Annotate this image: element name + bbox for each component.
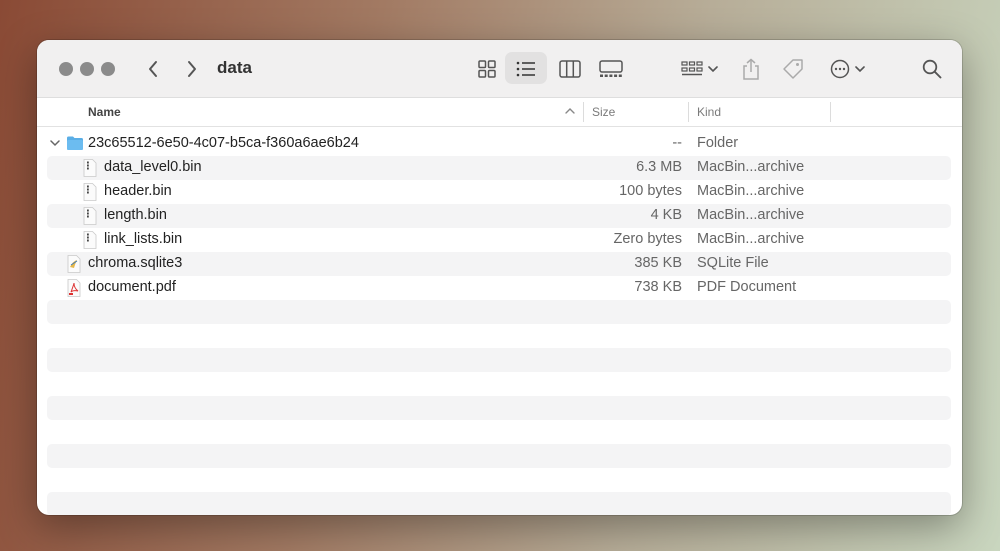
share-icon bbox=[743, 58, 759, 80]
file-size: -- bbox=[672, 135, 682, 151]
chevron-left-icon bbox=[149, 61, 157, 77]
back-button[interactable] bbox=[143, 54, 163, 84]
empty-row bbox=[47, 492, 951, 515]
empty-row bbox=[47, 468, 951, 492]
file-size: Zero bytes bbox=[613, 231, 683, 247]
chevron-down-icon bbox=[854, 66, 865, 73]
column-separator[interactable] bbox=[583, 102, 584, 122]
binary-file-icon bbox=[83, 231, 97, 249]
empty-row bbox=[47, 420, 951, 444]
binary-file-icon bbox=[83, 159, 97, 177]
chevron-down-icon bbox=[707, 66, 718, 73]
gallery-icon bbox=[599, 60, 623, 77]
file-name: document.pdf bbox=[88, 279, 176, 295]
file-name: header.bin bbox=[104, 183, 172, 199]
empty-row bbox=[47, 444, 951, 468]
file-kind: MacBin...archive bbox=[697, 207, 805, 223]
list-item-file[interactable]: link_lists.bin Zero bytes MacBin...archi… bbox=[47, 228, 951, 252]
file-name: link_lists.bin bbox=[104, 231, 183, 247]
list-item-file[interactable]: chroma.sqlite3 385 KB SQLite File bbox=[47, 252, 951, 276]
empty-row bbox=[47, 396, 951, 420]
window-title: data bbox=[217, 58, 252, 77]
column-separator[interactable] bbox=[830, 102, 831, 122]
file-kind: MacBin...archive bbox=[697, 183, 805, 199]
group-icon bbox=[680, 61, 703, 76]
file-size: 738 KB bbox=[634, 279, 682, 295]
file-name: 23c65512-6e50-4c07-b5ca-f360a6ae6b24 bbox=[88, 135, 359, 151]
sort-ascending-icon[interactable] bbox=[565, 107, 575, 114]
file-kind: PDF Document bbox=[697, 279, 797, 295]
group-by-button[interactable] bbox=[678, 54, 720, 84]
folder-icon bbox=[67, 136, 83, 150]
file-kind: MacBin...archive bbox=[697, 231, 805, 247]
search-button[interactable] bbox=[920, 54, 944, 84]
more-actions-button[interactable] bbox=[827, 54, 867, 84]
list-icon bbox=[516, 61, 535, 77]
file-kind: SQLite File bbox=[697, 255, 769, 271]
empty-row bbox=[47, 300, 951, 324]
column-header: Name Size Kind bbox=[37, 98, 962, 127]
file-name: length.bin bbox=[104, 207, 167, 223]
forward-button[interactable] bbox=[182, 54, 202, 84]
column-view-button[interactable] bbox=[557, 54, 583, 84]
gallery-view-button[interactable] bbox=[597, 54, 625, 84]
empty-row bbox=[47, 324, 951, 348]
grid-icon bbox=[478, 60, 496, 78]
empty-row bbox=[47, 372, 951, 396]
file-list: 23c65512-6e50-4c07-b5ca-f360a6ae6b24 -- … bbox=[47, 132, 951, 515]
file-name: data_level0.bin bbox=[104, 159, 202, 175]
file-size: 6.3 MB bbox=[636, 159, 682, 175]
file-size: 4 KB bbox=[650, 207, 682, 223]
minimize-window-button[interactable] bbox=[80, 62, 94, 76]
ellipsis-circle-icon bbox=[830, 59, 849, 79]
column-separator[interactable] bbox=[688, 102, 689, 122]
size-column-header[interactable]: Size bbox=[592, 105, 615, 119]
list-item-folder[interactable]: 23c65512-6e50-4c07-b5ca-f360a6ae6b24 -- … bbox=[47, 132, 951, 156]
name-column-header[interactable]: Name bbox=[88, 105, 121, 119]
file-size: 385 KB bbox=[634, 255, 682, 271]
tags-button[interactable] bbox=[781, 54, 805, 84]
list-item-file[interactable]: header.bin 100 bytes MacBin...archive bbox=[47, 180, 951, 204]
binary-file-icon bbox=[83, 207, 97, 225]
pdf-file-icon bbox=[67, 279, 81, 297]
zoom-window-button[interactable] bbox=[101, 62, 115, 76]
file-size: 100 bytes bbox=[619, 183, 682, 199]
chevron-right-icon bbox=[188, 61, 196, 77]
tag-icon bbox=[783, 59, 803, 79]
search-icon bbox=[922, 59, 942, 79]
toolbar: data bbox=[37, 40, 962, 98]
share-button[interactable] bbox=[740, 54, 762, 84]
list-item-file[interactable]: data_level0.bin 6.3 MB MacBin...archive bbox=[47, 156, 951, 180]
file-kind: MacBin...archive bbox=[697, 159, 805, 175]
finder-window: data Name Size Kind 23c65512-6e50-4c07-b… bbox=[37, 40, 962, 515]
file-name: chroma.sqlite3 bbox=[88, 255, 183, 271]
columns-icon bbox=[559, 60, 581, 78]
empty-row bbox=[47, 348, 951, 372]
icon-view-button[interactable] bbox=[474, 54, 500, 84]
list-view-button[interactable] bbox=[513, 54, 539, 84]
close-window-button[interactable] bbox=[59, 62, 73, 76]
list-item-file[interactable]: length.bin 4 KB MacBin...archive bbox=[47, 204, 951, 228]
kind-column-header[interactable]: Kind bbox=[697, 105, 721, 119]
disclosure-open-icon[interactable] bbox=[50, 139, 60, 147]
sqlite-file-icon bbox=[67, 255, 81, 273]
file-kind: Folder bbox=[697, 135, 739, 151]
list-item-file[interactable]: document.pdf 738 KB PDF Document bbox=[47, 276, 951, 300]
binary-file-icon bbox=[83, 183, 97, 201]
